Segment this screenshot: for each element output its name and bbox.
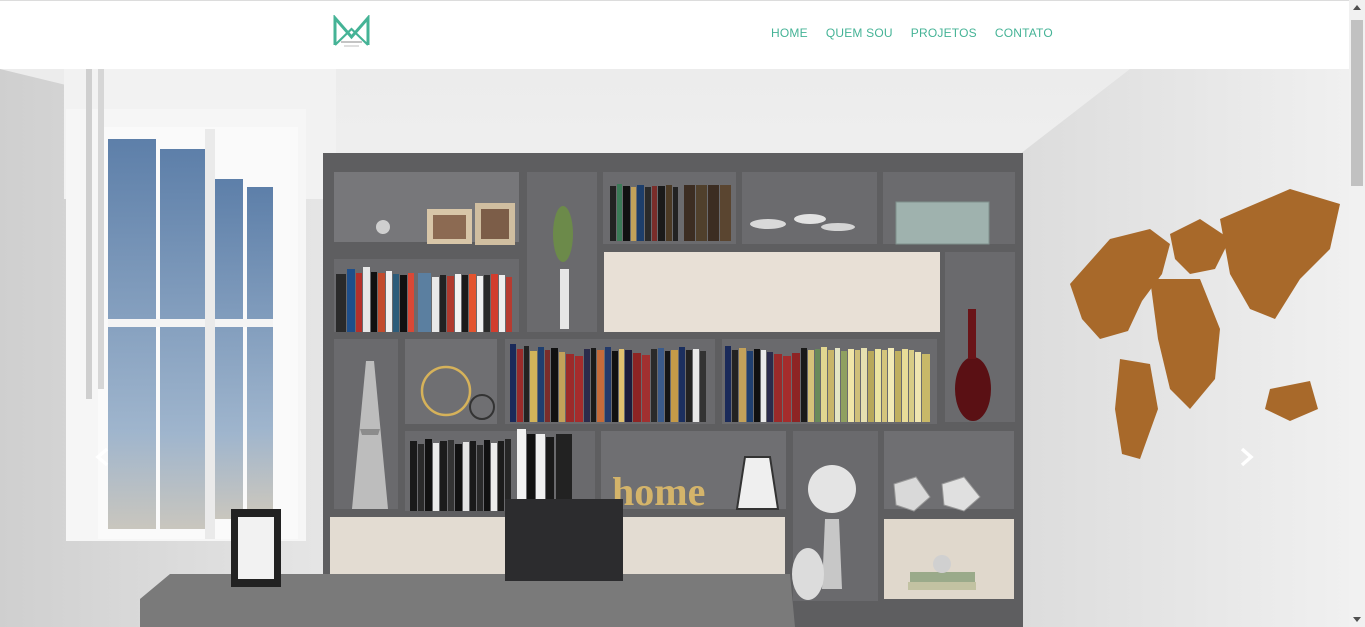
site-logo[interactable] <box>333 15 370 49</box>
scrollbar-thumb[interactable] <box>1351 20 1363 186</box>
chevron-left-icon <box>95 447 109 467</box>
nav-contato[interactable]: CONTATO <box>986 25 1062 41</box>
scroll-up-arrow-icon[interactable] <box>1349 0 1365 16</box>
nav-projetos[interactable]: PROJETOS <box>902 25 986 41</box>
slide-image: home <box>0 69 1349 627</box>
vertical-scrollbar[interactable] <box>1349 0 1365 627</box>
home-decor-word: home <box>612 469 705 514</box>
carousel-next-button[interactable] <box>1231 442 1261 472</box>
nav-quem-sou[interactable]: QUEM SOU <box>817 25 902 41</box>
scroll-down-arrow-icon[interactable] <box>1349 611 1365 627</box>
carousel-prev-button[interactable] <box>88 442 118 472</box>
main-nav: HOME QUEM SOU PROJETOS CONTATO <box>762 25 1062 41</box>
chevron-right-icon <box>1240 447 1254 467</box>
nav-home[interactable]: HOME <box>762 25 817 41</box>
mm-monogram-icon <box>333 15 370 47</box>
site-header: HOME QUEM SOU PROJETOS CONTATO <box>0 1 1349 69</box>
hero-carousel: home <box>0 69 1349 627</box>
